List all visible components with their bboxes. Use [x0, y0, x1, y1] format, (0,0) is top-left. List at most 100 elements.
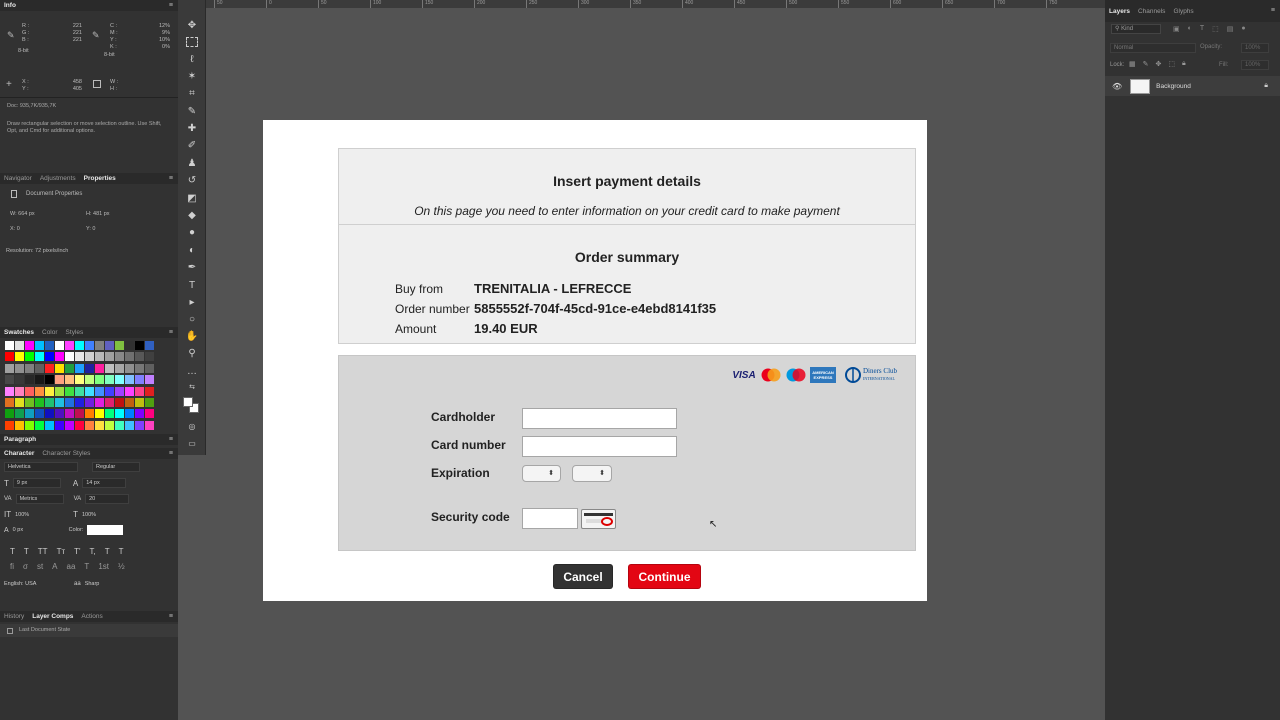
swatch[interactable]: [85, 420, 94, 430]
panel-menu-icon[interactable]: ≡: [169, 175, 173, 182]
swatch[interactable]: [25, 375, 34, 385]
swatch[interactable]: [35, 386, 44, 396]
swatch[interactable]: [65, 363, 74, 373]
opentype-button[interactable]: aa: [67, 562, 76, 571]
swatch[interactable]: [105, 352, 114, 362]
swatch[interactable]: [105, 397, 114, 407]
tab-layers[interactable]: Layers: [1109, 8, 1130, 15]
tab-history[interactable]: History: [4, 613, 24, 620]
swatch[interactable]: [45, 420, 54, 430]
tab-glyphs[interactable]: Glyphs: [1173, 8, 1193, 15]
swatch[interactable]: [35, 409, 44, 419]
layer-row-background[interactable]: 👁︎ Background 🔒︎: [1105, 76, 1280, 96]
lasso-tool-icon[interactable]: ℓ: [185, 54, 199, 66]
tab-styles[interactable]: Styles: [66, 329, 84, 336]
swatch[interactable]: [145, 341, 154, 350]
swatch[interactable]: [95, 352, 104, 362]
swatch[interactable]: [55, 375, 64, 385]
expiration-year-select[interactable]: ⬍: [572, 465, 612, 482]
type-style-button[interactable]: T: [119, 547, 124, 556]
swatch[interactable]: [55, 386, 64, 396]
opentype-button[interactable]: ½: [118, 562, 125, 571]
swatch[interactable]: [15, 363, 24, 373]
eraser-tool-icon[interactable]: ◩: [185, 193, 199, 205]
swatch[interactable]: [35, 341, 44, 350]
swatch[interactable]: [95, 420, 104, 430]
quick-mask-icon[interactable]: ◎: [185, 421, 199, 433]
crop-tool-icon[interactable]: ⌗: [185, 88, 199, 100]
foreground-color-swatch[interactable]: [183, 397, 193, 407]
tab-adjustments[interactable]: Adjustments: [40, 175, 76, 182]
swatch[interactable]: [55, 363, 64, 373]
swatch[interactable]: [15, 341, 24, 350]
swatch[interactable]: [95, 375, 104, 385]
tab-character-styles[interactable]: Character Styles: [42, 450, 90, 457]
swatch[interactable]: [85, 341, 94, 350]
swatch[interactable]: [75, 420, 84, 430]
expiration-month-select[interactable]: ⬍: [522, 465, 561, 482]
swatch[interactable]: [45, 341, 54, 350]
swatch[interactable]: [85, 363, 94, 373]
swatch[interactable]: [85, 352, 94, 362]
filter-type-icon[interactable]: T: [1200, 25, 1204, 33]
swatch[interactable]: [115, 409, 124, 419]
type-style-button[interactable]: T': [74, 547, 80, 556]
swatch[interactable]: [15, 386, 24, 396]
lock-all-icon[interactable]: 🔒︎: [1182, 60, 1186, 68]
swatch[interactable]: [35, 352, 44, 362]
panel-menu-icon[interactable]: ≡: [169, 329, 173, 336]
tab-channels[interactable]: Channels: [1138, 8, 1165, 15]
type-style-button[interactable]: T,: [90, 547, 96, 556]
cancel-button[interactable]: Cancel: [553, 564, 613, 589]
zoom-tool-icon[interactable]: ⚲: [185, 348, 199, 360]
swatch[interactable]: [105, 375, 114, 385]
opentype-button[interactable]: σ: [23, 562, 28, 571]
swatch[interactable]: [35, 420, 44, 430]
swatch[interactable]: [125, 397, 134, 407]
swatch[interactable]: [135, 363, 144, 373]
swatch[interactable]: [45, 409, 54, 419]
lock-pixels-icon[interactable]: ✎: [1143, 60, 1149, 68]
vertical-scale-field[interactable]: 100%: [15, 512, 63, 518]
swatch[interactable]: [35, 375, 44, 385]
swatch[interactable]: [105, 409, 114, 419]
swatch[interactable]: [125, 341, 134, 350]
blur-tool-icon[interactable]: ●: [185, 227, 199, 239]
opentype-button[interactable]: A: [52, 562, 57, 571]
swatch-grid[interactable]: [0, 338, 178, 434]
magic-wand-tool-icon[interactable]: ✶: [185, 71, 199, 83]
swatch[interactable]: [5, 375, 14, 385]
swatch[interactable]: [135, 341, 144, 350]
tab-properties[interactable]: Properties: [84, 175, 116, 182]
swatch[interactable]: [15, 375, 24, 385]
swatch[interactable]: [75, 409, 84, 419]
swatch[interactable]: [115, 352, 124, 362]
lock-transparency-icon[interactable]: ▦: [1129, 60, 1136, 68]
antialias-select[interactable]: Sharp: [85, 581, 127, 587]
swatch[interactable]: [145, 420, 154, 430]
swatch[interactable]: [125, 352, 134, 362]
opentype-button[interactable]: fi: [10, 562, 14, 571]
swatch[interactable]: [65, 386, 74, 396]
swatch[interactable]: [75, 352, 84, 362]
swatch[interactable]: [55, 341, 64, 350]
swatch[interactable]: [25, 363, 34, 373]
swatch[interactable]: [125, 375, 134, 385]
swatch[interactable]: [115, 375, 124, 385]
swatch[interactable]: [15, 352, 24, 362]
swatch[interactable]: [135, 386, 144, 396]
swatch[interactable]: [35, 397, 44, 407]
filter-pixel-icon[interactable]: ▣: [1173, 25, 1180, 33]
swatch[interactable]: [115, 341, 124, 350]
swatch[interactable]: [85, 409, 94, 419]
security-code-input[interactable]: [522, 508, 578, 529]
cvv-help-icon[interactable]: [581, 509, 616, 529]
swatch[interactable]: [25, 341, 34, 350]
layer-filter-select[interactable]: ⚲ Kind: [1111, 24, 1161, 34]
swap-colors-icon[interactable]: ⇆: [185, 382, 199, 394]
swatch[interactable]: [5, 352, 14, 362]
filter-toggle-icon[interactable]: ●: [1241, 25, 1245, 33]
swatch[interactable]: [145, 386, 154, 396]
swatch[interactable]: [75, 341, 84, 350]
swatch[interactable]: [25, 409, 34, 419]
